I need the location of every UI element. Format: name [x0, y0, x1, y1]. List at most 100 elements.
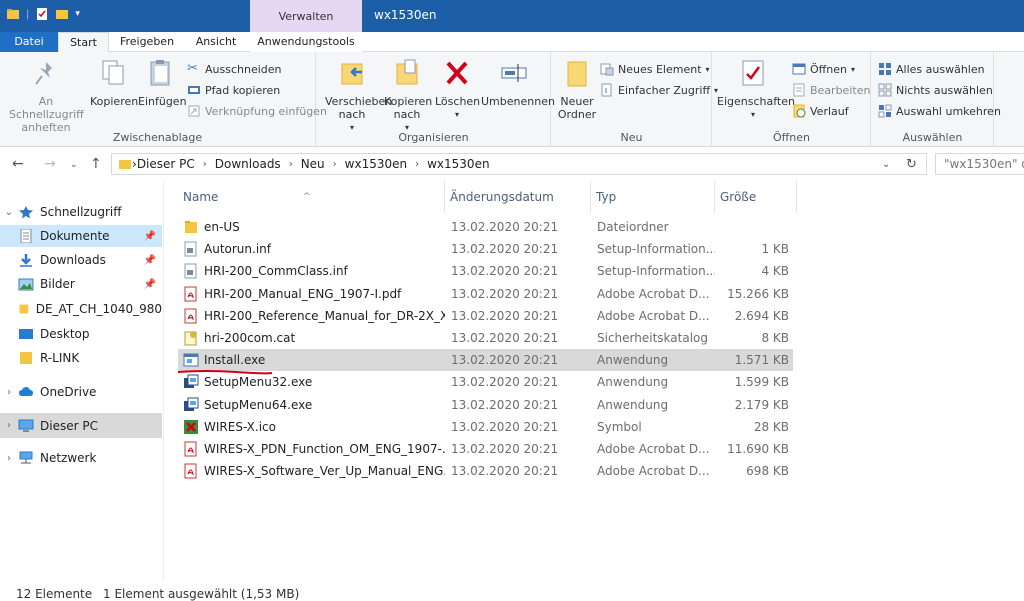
tab-home[interactable]: Start — [58, 32, 109, 53]
nav-item-r-link[interactable]: R-LINK — [0, 347, 162, 369]
file-name-cell[interactable]: HRI-200_CommClass.inf — [183, 260, 445, 282]
delete-button[interactable]: Löschen ▾ — [435, 58, 480, 121]
nav-item-onedrive[interactable]: › OneDrive — [0, 381, 162, 403]
properties-icon[interactable] — [35, 7, 49, 21]
file-name-cell[interactable]: HRI-200_Manual_ENG_1907-I.pdf — [183, 283, 445, 305]
nav-item-desktop[interactable]: Desktop — [0, 323, 162, 345]
nav-item-downloads[interactable]: Downloads 📌 — [0, 249, 162, 271]
easy-access-button[interactable]: Einfacher Zugriff ▾ — [600, 83, 718, 97]
column-header-name[interactable]: Name ^ — [178, 181, 445, 213]
table-row[interactable]: HRI-200_Manual_ENG_1907-I.pdf 13.02.2020 … — [178, 283, 793, 305]
column-header-date[interactable]: Änderungsdatum — [445, 181, 591, 213]
chevron-right-icon[interactable]: › — [0, 420, 18, 431]
table-row[interactable]: hri-200com.cat 13.02.2020 20:21 Sicherheit… — [178, 327, 793, 349]
up-arrow-icon[interactable]: ↑ — [90, 156, 102, 172]
back-arrow-icon[interactable]: ← — [12, 156, 24, 172]
chevron-right-icon[interactable]: › — [0, 453, 18, 464]
file-name-cell[interactable]: HRI-200_Reference_Manual_for_DR-2X_X... — [183, 305, 445, 327]
delete-chevron-down-icon: ▾ — [454, 110, 459, 119]
file-date: 13.02.2020 20:21 — [451, 397, 559, 412]
nav-item-quick-access[interactable]: ⌄ Schnellzugriff — [0, 201, 162, 223]
breadcrumb-separator-icon[interactable]: › — [333, 159, 337, 170]
nav-item-label: Downloads — [40, 253, 106, 267]
file-name-cell[interactable]: SetupMenu64.exe — [183, 394, 445, 416]
file-name-cell[interactable]: Install.exe — [183, 349, 445, 371]
forward-arrow-icon[interactable]: → — [44, 156, 56, 172]
select-all-button[interactable]: Alles auswählen — [878, 62, 985, 76]
paste-shortcut-button[interactable]: Verknüpfung einfügen — [187, 104, 327, 118]
nav-item-folder-de-at-ch[interactable]: DE_AT_CH_1040_980 — [0, 298, 162, 320]
tab-app-tools[interactable]: Anwendungstools — [250, 32, 362, 52]
pin-label: An Schnellzugriff anheften — [9, 95, 84, 134]
column-header-size[interactable]: Größe — [715, 181, 797, 213]
invert-selection-button[interactable]: Auswahl umkehren — [878, 104, 1001, 118]
breadcrumb-separator-icon[interactable]: › — [203, 159, 207, 170]
address-chevron-down-icon[interactable]: ⌄ — [882, 159, 890, 170]
file-name-cell[interactable]: en-US — [183, 216, 445, 238]
new-folder-button[interactable]: Neuer Ordner — [556, 58, 598, 121]
file-name-cell[interactable]: WIRES-X.ico — [183, 416, 445, 438]
new-item-button[interactable]: Neues Element ▾ — [600, 62, 710, 76]
edit-label: Bearbeiten — [810, 83, 871, 97]
file-type: Setup-Information... — [597, 264, 715, 279]
breadcrumb-item[interactable]: Dieser PC — [137, 157, 195, 171]
nav-item-label: Schnellzugriff — [40, 205, 122, 219]
table-row[interactable]: WIRES-X.ico 13.02.2020 20:21 Symbol 28 KB — [178, 416, 793, 438]
file-name: HRI-200_Manual_ENG_1907-I.pdf — [204, 286, 402, 301]
copy-path-button[interactable]: Pfad kopieren — [187, 83, 280, 97]
file-name-cell[interactable]: WIRES-X_PDN_Function_OM_ENG_1907-... — [183, 438, 445, 460]
breadcrumb-item[interactable]: Downloads — [215, 157, 281, 171]
address-bar[interactable]: › Dieser PC › Downloads › Neu › wx1530en… — [111, 153, 927, 175]
select-none-button[interactable]: Nichts auswählen — [878, 83, 993, 97]
chevron-down-icon[interactable]: ⌄ — [0, 207, 18, 218]
group-new: Neuer Ordner Neues Element ▾ Einfacher Z… — [552, 52, 718, 147]
address-toolbar: ← → ⌄ ↑ › Dieser PC › Downloads › Neu › … — [0, 147, 1024, 181]
chevron-right-icon[interactable]: › — [0, 387, 18, 398]
tab-view[interactable]: Ansicht — [186, 32, 246, 52]
properties-button[interactable]: Eigenschaften ▾ — [717, 58, 795, 121]
tab-share[interactable]: Freigeben — [112, 32, 182, 52]
file-name-cell[interactable]: WIRES-X_Software_Ver_Up_Manual_ENG... — [183, 460, 445, 482]
recent-chevron-down-icon[interactable]: ⌄ — [70, 160, 78, 170]
nav-item-network[interactable]: › Netzwerk — [0, 447, 162, 469]
open-button[interactable]: Öffnen ▾ — [792, 62, 855, 76]
column-header-type[interactable]: Typ — [591, 181, 715, 213]
table-row[interactable]: Install.exe 13.02.2020 20:21 Anwendung 1.57… — [178, 349, 793, 372]
edit-button[interactable]: Bearbeiten — [792, 83, 870, 97]
breadcrumb-separator-icon[interactable]: › — [289, 159, 293, 170]
pin-quick-access-button[interactable]: An Schnellzugriff anheften — [6, 58, 86, 134]
qat-chevron-down-icon[interactable]: ▾ — [75, 9, 80, 19]
breadcrumb-item[interactable]: wx1530en — [345, 157, 407, 171]
nav-item-this-pc[interactable]: › Dieser PC — [0, 413, 162, 438]
file-date: 13.02.2020 20:21 — [451, 419, 559, 434]
table-row[interactable]: HRI-200_Reference_Manual_for_DR-2X_X... 1… — [178, 305, 793, 327]
rename-button[interactable]: Umbenennen — [481, 58, 555, 108]
file-name-cell[interactable]: hri-200com.cat — [183, 327, 445, 349]
move-to-button[interactable]: Verschieben nach ▾ — [321, 58, 392, 134]
nav-item-documents[interactable]: Dokumente 📌 — [0, 225, 162, 247]
paste-button[interactable]: Einfügen — [138, 58, 187, 108]
new-folder-icon[interactable] — [55, 7, 69, 21]
column-header-label: Größe — [720, 190, 757, 204]
table-row[interactable]: Autorun.inf 13.02.2020 20:21 Setup-Informa… — [178, 238, 793, 260]
table-row[interactable]: HRI-200_CommClass.inf 13.02.2020 20:21 Set… — [178, 260, 793, 282]
cut-button[interactable]: ✂ Ausschneiden — [187, 62, 282, 76]
history-button[interactable]: Verlauf — [792, 104, 849, 118]
breadcrumb-item[interactable]: wx1530en — [427, 157, 489, 171]
copy-to-button[interactable]: Kopieren nach ▾ — [383, 58, 432, 134]
file-name-cell[interactable]: Autorun.inf — [183, 238, 445, 260]
table-row[interactable]: SetupMenu64.exe 13.02.2020 20:21 Anwendung… — [178, 394, 793, 416]
search-input[interactable]: "wx1530en" du — [935, 153, 1024, 175]
copy-button[interactable]: Kopieren — [90, 58, 138, 108]
group-new-label: Neu — [620, 131, 643, 144]
breadcrumb-item[interactable]: Neu — [301, 157, 325, 171]
table-row[interactable]: WIRES-X_Software_Ver_Up_Manual_ENG... 13.… — [178, 460, 793, 482]
tab-file[interactable]: Datei — [0, 32, 58, 52]
file-type: Adobe Acrobat D... — [597, 464, 710, 479]
breadcrumb-separator-icon[interactable]: › — [415, 159, 419, 170]
table-row[interactable]: WIRES-X_PDN_Function_OM_ENG_1907-... 13.0… — [178, 438, 793, 460]
refresh-icon[interactable]: ↻ — [906, 157, 917, 172]
pane-divider[interactable] — [163, 181, 164, 581]
table-row[interactable]: en-US 13.02.2020 20:21 Dateiordner — [178, 216, 793, 238]
nav-item-pictures[interactable]: Bilder 📌 — [0, 273, 162, 295]
